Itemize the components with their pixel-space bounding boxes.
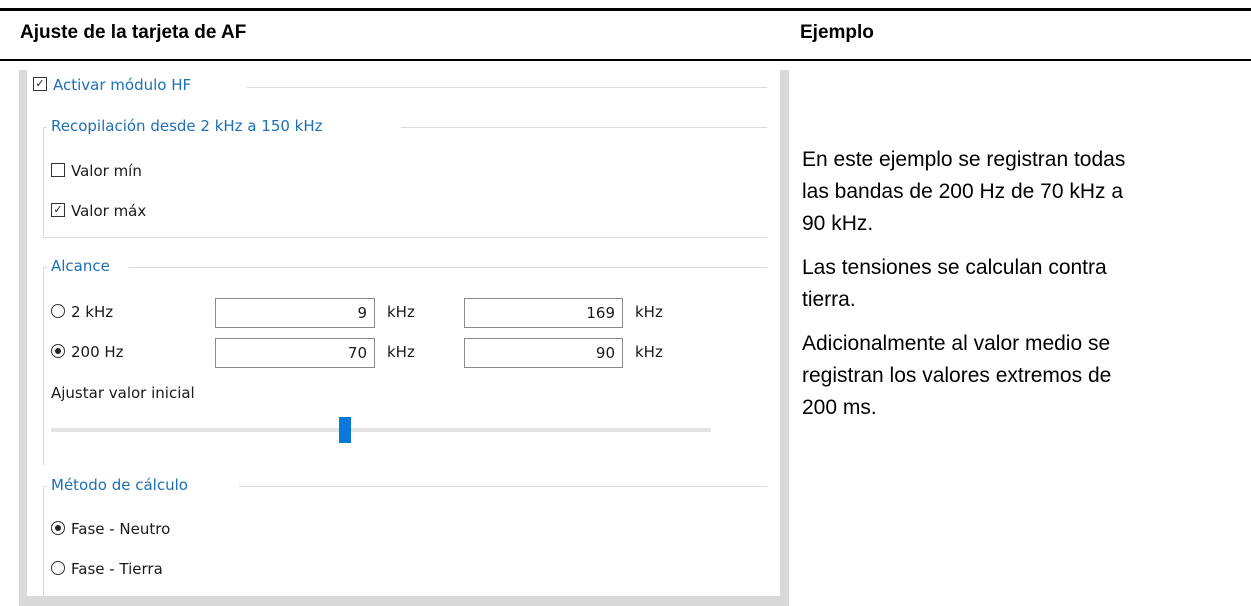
example-text-line: En este ejemplo se registran todas [802,148,1126,171]
range-200hz-to-input[interactable]: 90 [464,338,623,368]
checkbox-checked-icon [51,203,65,217]
range-2khz-to-input[interactable]: 169 [464,298,623,328]
range-2khz-label: 2 kHz [71,303,114,321]
range-radio-2khz[interactable]: 2 kHz [51,303,113,321]
column-header-example: Ejemplo [800,22,874,43]
unit-label: kHz [387,303,415,321]
group-frame [129,267,767,268]
group-frame [401,127,767,128]
radio-unselected-icon [51,561,65,575]
example-text-line: las bandas de 200 Hz de 70 kHz a [802,180,1124,203]
range-group-title: Alcance [51,257,110,275]
calc-method-group-title: Método de cálculo [51,476,188,494]
initial-value-label: Ajustar valor inicial [51,384,195,402]
max-value-label: Valor máx [71,202,147,220]
unit-label: kHz [635,343,663,361]
settings-screenshot: Activar módulo HF Recopilación desde 2 k… [19,70,789,606]
checkbox-checked-icon [33,77,47,91]
settings-dialog: Activar módulo HF Recopilación desde 2 k… [27,70,780,596]
group-frame [239,486,767,487]
range-2khz-from-input[interactable]: 9 [215,298,375,328]
max-value-checkbox[interactable]: Valor máx [51,202,146,220]
min-value-checkbox[interactable]: Valor mín [51,162,142,180]
radio-selected-icon [51,521,65,535]
method-radio-phase-earth[interactable]: Fase - Tierra [51,560,163,578]
checkbox-unchecked-icon [51,163,65,177]
min-value-label: Valor mín [71,162,142,180]
radio-unselected-icon [51,304,65,318]
group-frame [43,237,767,238]
radio-selected-icon [51,344,65,358]
activate-hf-label: Activar módulo HF [53,76,192,94]
group-frame [43,127,44,237]
phase-neutral-label: Fase - Neutro [71,520,171,538]
column-header-settings: Ajuste de la tarjeta de AF [20,22,247,43]
method-radio-phase-neutral[interactable]: Fase - Neutro [51,520,170,538]
unit-label: kHz [635,303,663,321]
example-text-line: Las tensiones se calculan contra [802,256,1107,279]
example-text-line: 90 kHz. [802,212,874,235]
collection-group-title: Recopilación desde 2 kHz a 150 kHz [51,117,323,135]
table-top-rule [0,8,1251,11]
group-frame [43,486,44,596]
group-divider [247,87,767,88]
header-bottom-rule [0,59,1251,61]
range-200hz-label: 200 Hz [71,343,124,361]
range-200hz-from-input[interactable]: 70 [215,338,375,368]
phase-earth-label: Fase - Tierra [71,560,163,578]
initial-value-slider-track[interactable] [51,428,711,432]
activate-hf-checkbox[interactable]: Activar módulo HF [33,76,191,94]
range-radio-200hz[interactable]: 200 Hz [51,343,124,361]
initial-value-slider-thumb[interactable] [339,417,351,443]
example-text-line: 200 ms. [802,396,877,419]
example-text-line: tierra. [802,288,856,311]
example-text-line: registran los valores extremos de [802,364,1112,387]
unit-label: kHz [387,343,415,361]
example-text-line: Adicionalmente al valor medio se [802,332,1111,355]
group-frame [43,267,44,465]
